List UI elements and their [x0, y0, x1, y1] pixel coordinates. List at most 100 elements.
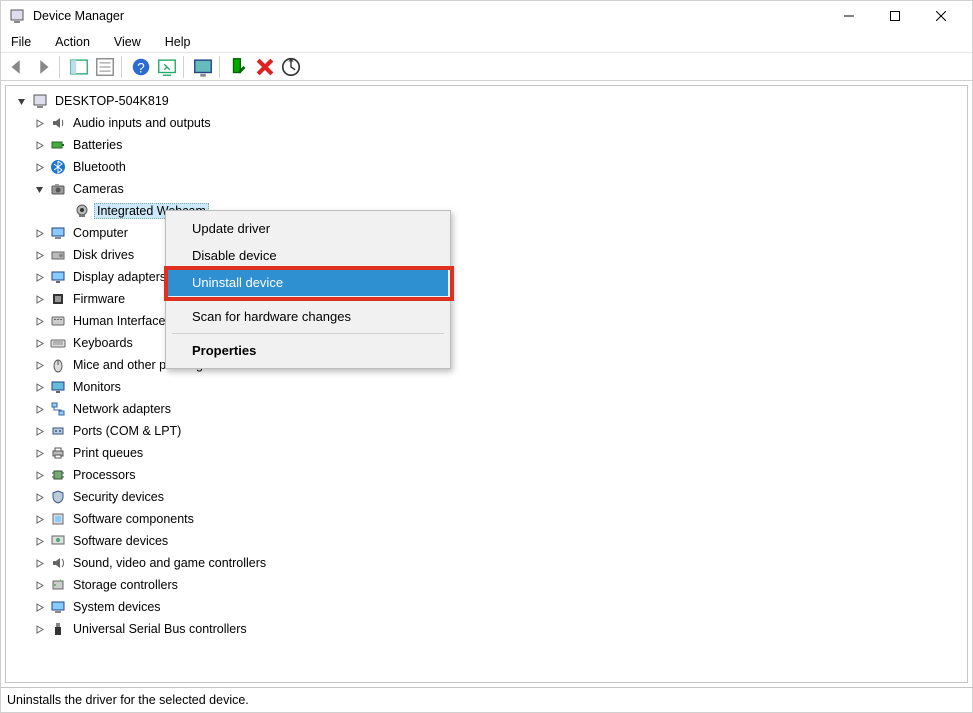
tree-item-label: Software devices — [70, 533, 171, 549]
tree-category-22[interactable]: Universal Serial Bus controllers — [14, 618, 967, 640]
close-button[interactable] — [918, 1, 964, 31]
minimize-button[interactable] — [826, 1, 872, 31]
tree-root[interactable]: DESKTOP-504K819 — [14, 90, 967, 112]
tree-category-20[interactable]: Storage controllers — [14, 574, 967, 596]
tree-item-label: Monitors — [70, 379, 124, 395]
window-title: Device Manager — [33, 9, 124, 23]
expand-icon[interactable] — [32, 292, 46, 306]
tree-category-9[interactable]: Keyboards — [14, 332, 967, 354]
menu-action[interactable]: Action — [51, 33, 94, 51]
menu-file[interactable]: File — [7, 33, 35, 51]
show-hide-console-button[interactable] — [67, 56, 91, 78]
tree-category-2[interactable]: Bluetooth — [14, 156, 967, 178]
context-menu-item-scan-for-hardware-changes[interactable]: Scan for hardware changes — [168, 303, 448, 330]
expand-icon[interactable] — [32, 402, 46, 416]
tree-category-21[interactable]: System devices — [14, 596, 967, 618]
expand-icon[interactable] — [32, 358, 46, 372]
expand-icon[interactable] — [32, 226, 46, 240]
ports-icon — [50, 423, 66, 439]
svg-text:?: ? — [137, 60, 145, 75]
expand-icon[interactable] — [32, 490, 46, 504]
help-button[interactable]: ? — [129, 56, 153, 78]
expand-icon[interactable] — [32, 248, 46, 262]
tree-pane: DESKTOP-504K819 Audio inputs and outputs B… — [1, 81, 972, 687]
expand-icon[interactable] — [32, 578, 46, 592]
battery-icon — [50, 137, 66, 153]
menu-help[interactable]: Help — [161, 33, 195, 51]
tree-category-3[interactable]: Cameras — [14, 178, 967, 200]
bluetooth-icon — [50, 159, 66, 175]
context-menu-item-disable-device[interactable]: Disable device — [168, 242, 448, 269]
expand-icon[interactable] — [32, 160, 46, 174]
tree-category-16[interactable]: Security devices — [14, 486, 967, 508]
tree-item-label: Disk drives — [70, 247, 137, 263]
statusbar: Uninstalls the driver for the selected d… — [1, 687, 972, 712]
expand-icon[interactable] — [32, 116, 46, 130]
tree-category-6[interactable]: Display adapters — [14, 266, 967, 288]
tree-category-12[interactable]: Network adapters — [14, 398, 967, 420]
tree-item-label: Sound, video and game controllers — [70, 555, 269, 571]
scan-for-changes-button[interactable] — [279, 56, 303, 78]
tree-category-10[interactable]: Mice and other pointing devices — [14, 354, 967, 376]
expand-icon — [56, 204, 70, 218]
expand-icon[interactable] — [32, 600, 46, 614]
context-menu-item-uninstall-device[interactable]: Uninstall device — [168, 269, 448, 296]
tree-item-label: System devices — [70, 599, 164, 615]
tree-item-label: Audio inputs and outputs — [70, 115, 214, 131]
tree-category-19[interactable]: Sound, video and game controllers — [14, 552, 967, 574]
sound-icon — [50, 555, 66, 571]
enable-device-button[interactable] — [227, 56, 251, 78]
expand-icon[interactable] — [32, 446, 46, 460]
display-icon — [50, 269, 66, 285]
expand-icon[interactable] — [32, 380, 46, 394]
tree-item-label: Print queues — [70, 445, 146, 461]
collapse-icon[interactable] — [14, 94, 28, 108]
tree-category-0[interactable]: Audio inputs and outputs — [14, 112, 967, 134]
forward-button[interactable] — [31, 56, 55, 78]
expand-icon[interactable] — [32, 314, 46, 328]
tree-category-14[interactable]: Print queues — [14, 442, 967, 464]
expand-icon[interactable] — [32, 270, 46, 284]
disk-icon — [50, 247, 66, 263]
tree-category-15[interactable]: Processors — [14, 464, 967, 486]
system-icon — [50, 599, 66, 615]
tree-category-13[interactable]: Ports (COM & LPT) — [14, 420, 967, 442]
back-button[interactable] — [5, 56, 29, 78]
expand-icon[interactable] — [32, 534, 46, 548]
tree-category-18[interactable]: Software devices — [14, 530, 967, 552]
uninstall-device-button[interactable] — [253, 56, 277, 78]
tree-device-3-0[interactable]: Integrated Webcam — [14, 200, 967, 222]
computer-root-icon — [32, 93, 48, 109]
tree-category-5[interactable]: Disk drives — [14, 244, 967, 266]
scan-hardware-button[interactable] — [155, 56, 179, 78]
context-menu-item-properties[interactable]: Properties — [168, 337, 448, 364]
hid-icon — [50, 313, 66, 329]
maximize-button[interactable] — [872, 1, 918, 31]
tree-category-11[interactable]: Monitors — [14, 376, 967, 398]
context-menu-item-update-driver[interactable]: Update driver — [168, 215, 448, 242]
tree-category-8[interactable]: Human Interface Devices — [14, 310, 967, 332]
tree-item-label: Network adapters — [70, 401, 174, 417]
update-driver-button[interactable] — [191, 56, 215, 78]
expand-icon[interactable] — [32, 138, 46, 152]
expand-icon[interactable] — [32, 512, 46, 526]
monitor-icon — [50, 379, 66, 395]
properties-button[interactable] — [93, 56, 117, 78]
firmware-icon — [50, 291, 66, 307]
expand-icon[interactable] — [32, 424, 46, 438]
expand-icon[interactable] — [32, 468, 46, 482]
network-icon — [50, 401, 66, 417]
expand-icon[interactable] — [32, 556, 46, 570]
tree-category-1[interactable]: Batteries — [14, 134, 967, 156]
expand-icon[interactable] — [32, 336, 46, 350]
tree-category-17[interactable]: Software components — [14, 508, 967, 530]
status-text: Uninstalls the driver for the selected d… — [7, 693, 249, 707]
printer-icon — [50, 445, 66, 461]
tree-item-label: Batteries — [70, 137, 125, 153]
tree-category-4[interactable]: Computer — [14, 222, 967, 244]
menu-view[interactable]: View — [110, 33, 145, 51]
expand-icon[interactable] — [32, 622, 46, 636]
tree-category-7[interactable]: Firmware — [14, 288, 967, 310]
collapse-icon[interactable] — [32, 182, 46, 196]
usb-icon — [50, 621, 66, 637]
